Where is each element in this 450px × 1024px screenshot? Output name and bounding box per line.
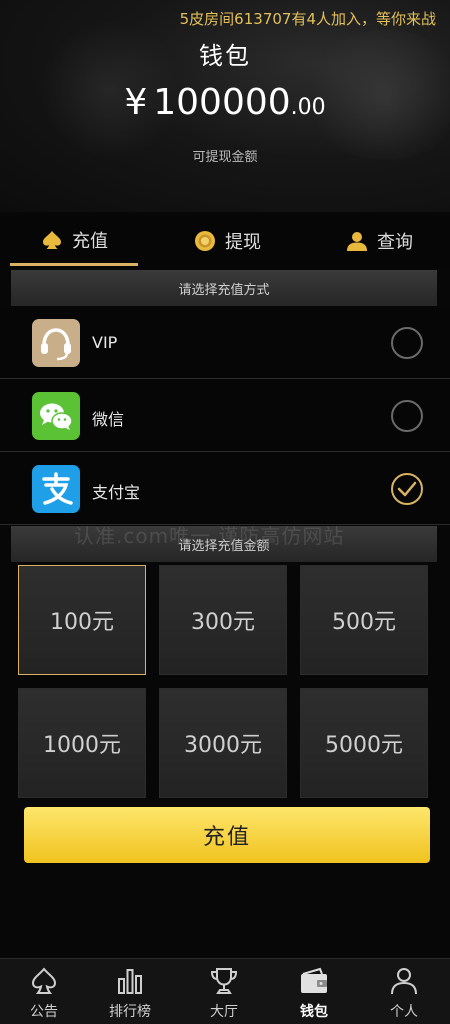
check-icon [397,481,417,497]
wallet-tabs: 充值 提现 查询 [0,216,450,268]
amount-option-5000[interactable]: 5000元 [300,688,428,798]
nav-item-wallet[interactable]: 钱包 [274,959,354,1024]
tab-label: 查询 [377,232,413,253]
balance-amount: ¥100000.00 [0,82,450,123]
payment-method-wechat[interactable]: 微信 [0,380,450,452]
amount-option-3000[interactable]: 3000元 [159,688,287,798]
bottom-nav: 公告 排行榜 大厅 钱包 个人 [0,958,450,1024]
tab-withdraw[interactable]: 提现 [168,216,286,266]
nav-label: 个人 [390,1004,418,1020]
amount-option-300[interactable]: 300元 [159,565,287,675]
spade-outline-icon [31,967,57,994]
wallet-header: 5皮房间613707有4人加入，等你来战 钱包 ¥100000.00 可提现金额 [0,0,450,212]
payment-method-vip[interactable]: VIP [0,307,450,379]
payment-radio-vip[interactable] [391,327,423,359]
tab-query[interactable]: 查询 [320,216,438,266]
payment-method-label: 支付宝 [92,483,141,502]
nav-item-profile[interactable]: 个人 [364,959,444,1024]
wechat-icon [32,392,80,440]
watermark-text: 认准.com唯一 谨防高仿网站 [74,524,345,548]
trophy-icon [210,968,238,994]
recharge-button[interactable]: 充值 [24,807,430,863]
balance-caption: 可提现金额 [192,150,258,165]
person-icon [391,968,417,995]
tab-recharge[interactable]: 充值 [10,216,138,266]
payment-method-alipay[interactable]: 支付宝 [0,453,450,525]
amount-option-1000[interactable]: 1000元 [18,688,146,798]
nav-label: 公告 [30,1004,58,1020]
announcement-marquee: 5皮房间613707有4人加入，等你来战 [179,10,436,28]
bar-chart-icon [118,969,142,994]
wallet-icon [301,967,327,993]
payment-method-label: VIP [92,333,118,352]
headset-icon [32,319,80,367]
nav-item-announcements[interactable]: 公告 [4,959,84,1024]
nav-item-leaderboard[interactable]: 排行榜 [90,959,170,1024]
coin-icon [195,231,215,251]
user-icon [347,232,367,251]
amount-option-100[interactable]: 100元 [18,565,146,675]
payment-method-label: 微信 [92,410,125,429]
amount-option-500[interactable]: 500元 [300,565,428,675]
page-title: 钱包 [199,42,251,70]
nav-item-lobby[interactable]: 大厅 [184,959,264,1024]
payment-radio-wechat[interactable] [391,400,423,432]
spade-icon [43,230,61,249]
tab-label: 提现 [225,232,261,253]
method-section-title: 请选择充值方式 [11,270,437,306]
balance-decimal: .00 [290,95,326,120]
nav-label: 大厅 [210,1004,238,1020]
tab-label: 充值 [72,230,108,252]
balance-integer: 100000 [153,82,291,123]
currency-symbol: ¥ [124,82,148,123]
nav-label: 排行榜 [109,1004,151,1020]
payment-radio-alipay[interactable] [391,473,423,505]
alipay-icon [32,465,80,513]
nav-label: 钱包 [300,1004,328,1020]
